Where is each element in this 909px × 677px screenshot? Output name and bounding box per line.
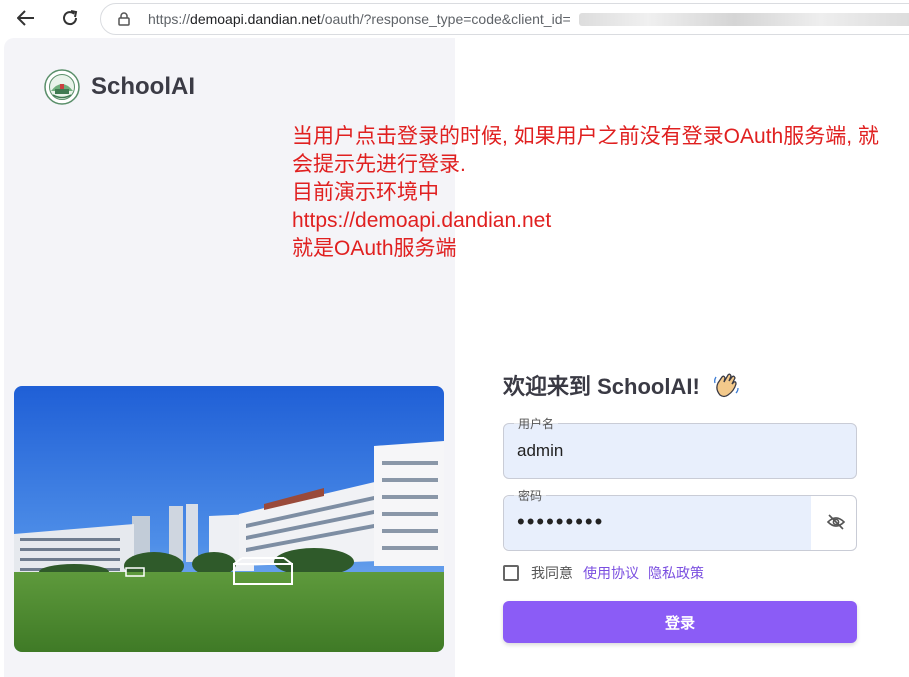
back-icon[interactable] (13, 6, 39, 30)
annotation-line: 就是OAuth服务端 (292, 237, 457, 260)
password-label: 密码 (514, 487, 547, 504)
login-button[interactable]: 登录 (503, 601, 857, 643)
brand-name: SchoolAI (91, 73, 196, 100)
annotation-line: 会提示先进行登录. (292, 153, 466, 176)
username-field[interactable]: 用户名 admin (503, 415, 857, 479)
welcome-heading: 欢迎来到 SchoolAI! (503, 369, 740, 405)
site-info-icon[interactable] (117, 12, 131, 31)
agreement-row: 我同意 使用协议 隐私政策 (503, 563, 713, 583)
waving-hand-icon (712, 371, 740, 405)
login-page: SchoolAI 当用户点击登录的时候, 如果用户之前没有登录OAuth服务端,… (0, 36, 909, 677)
annotation-line: 当用户点击登录的时候, 如果用户之前没有登录OAuth服务端, 就 (292, 125, 879, 148)
annotation-line: 目前演示环境中 (292, 181, 439, 204)
welcome-text: 欢迎来到 SchoolAI! (503, 374, 700, 399)
username-label: 用户名 (514, 415, 559, 432)
url-text: https://demoapi.dandian.net/oauth/?respo… (148, 11, 571, 27)
agree-checkbox[interactable] (503, 565, 519, 581)
browser-toolbar: https://demoapi.dandian.net/oauth/?respo… (0, 0, 909, 36)
annotation-line: https://demoapi.dandian.net (292, 209, 552, 232)
reload-icon[interactable] (57, 6, 83, 30)
toggle-password-visibility-icon[interactable] (826, 513, 846, 536)
username-value[interactable]: admin (517, 441, 563, 461)
redacted-url-segment (579, 13, 909, 26)
school-logo-icon (44, 69, 80, 105)
address-bar[interactable]: https://demoapi.dandian.net/oauth/?respo… (100, 3, 909, 35)
password-field[interactable]: 密码 ••••••••• (503, 487, 857, 551)
privacy-link[interactable]: 隐私政策 (648, 563, 704, 583)
annotation-text: 当用户点击登录的时候, 如果用户之前没有登录OAuth服务端, 就 会提示先进行… (292, 123, 892, 263)
agree-text: 我同意 (531, 565, 573, 581)
campus-photo (14, 386, 444, 652)
password-value[interactable]: ••••••••• (517, 509, 604, 535)
terms-link[interactable]: 使用协议 (583, 563, 639, 583)
